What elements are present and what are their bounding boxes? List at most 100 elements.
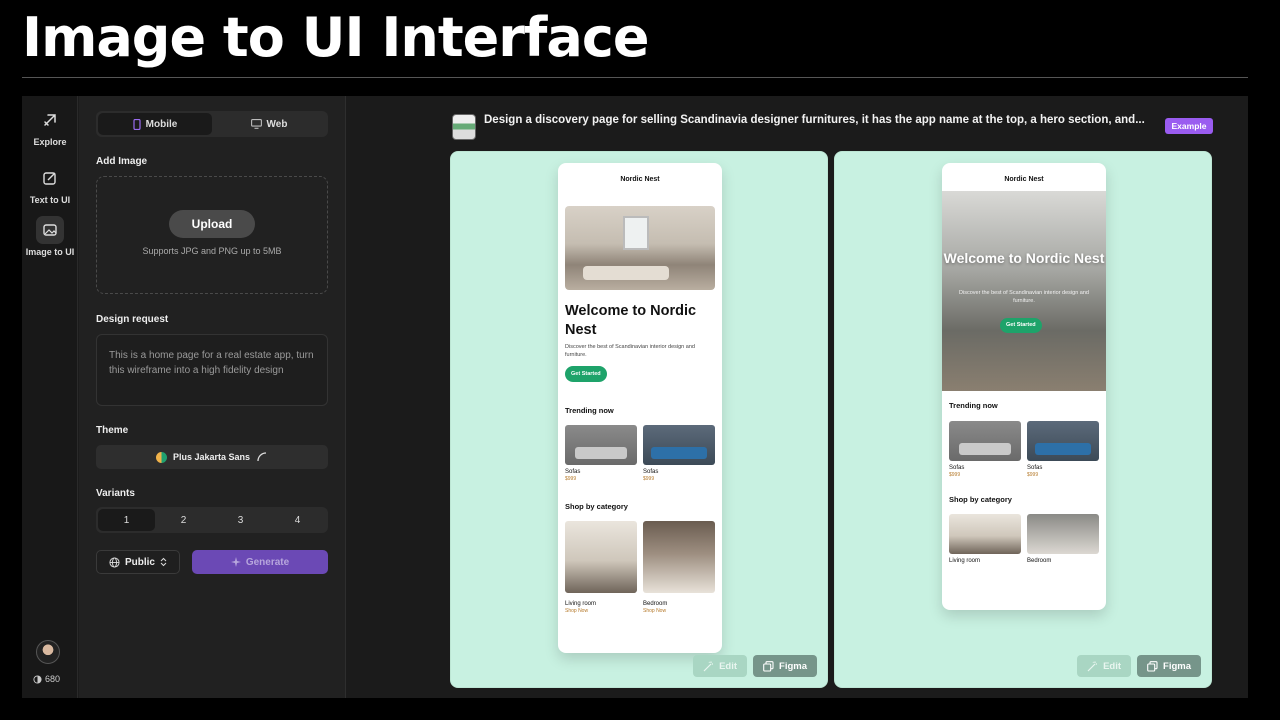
product-image: [949, 421, 1021, 461]
app-window: Explore Text to UI Image to UI 680 Mobil…: [22, 96, 1248, 698]
avatar[interactable]: [36, 640, 60, 664]
category-list: Living room Bedroom: [949, 514, 1099, 564]
edit-label: Edit: [1103, 660, 1122, 672]
mobile-label: Mobile: [145, 118, 178, 130]
variant-option-1[interactable]: 1: [98, 509, 155, 531]
nav-item-image-to-ui[interactable]: Image to UI: [22, 216, 78, 257]
platform-web-option[interactable]: Web: [212, 113, 326, 135]
generate-button[interactable]: Generate: [192, 550, 328, 574]
product-price: $999: [643, 476, 655, 482]
product-price: $999: [1027, 472, 1039, 478]
product-image: [643, 425, 715, 465]
globe-icon: [109, 556, 120, 568]
nav-item-text-to-ui[interactable]: Text to UI: [22, 164, 78, 205]
example-badge[interactable]: Example: [1165, 118, 1213, 134]
shop-now-link[interactable]: Shop Now: [565, 608, 637, 614]
product-card[interactable]: Sofas $999: [565, 425, 637, 482]
left-nav: Explore Text to UI Image to UI 680: [22, 96, 78, 698]
variants-toggle: 1 2 3 4: [96, 507, 328, 533]
explore-icon: [36, 106, 64, 134]
prompt-thumbnail: [452, 114, 476, 140]
category-name: Living room: [949, 558, 981, 564]
theme-selector[interactable]: Plus Jakarta Sans: [96, 445, 328, 469]
shop-now-link[interactable]: Shop Now: [643, 608, 715, 614]
magic-wand-icon: [1087, 661, 1098, 671]
variant-option-3[interactable]: 3: [212, 509, 269, 531]
nav-label-image-to-ui: Image to UI: [25, 247, 75, 257]
chevron-updown-icon: [160, 557, 167, 567]
magic-wand-icon: [703, 661, 714, 671]
category-list: Living room Shop Now Bedroom Shop Now: [565, 521, 715, 614]
credits-counter: 680: [33, 674, 60, 684]
prompt-text: Design a discovery page for selling Scan…: [484, 114, 1145, 126]
platform-mobile-option[interactable]: Mobile: [98, 113, 212, 135]
theme-swatch-icon: [155, 451, 167, 463]
image-icon: [36, 216, 64, 244]
sparkle-icon: [230, 557, 241, 567]
category-image: [643, 521, 715, 593]
product-name: Sofas: [1027, 465, 1043, 471]
trending-heading: Trending now: [949, 401, 998, 410]
config-panel: Mobile Web Add Image Upload Supports JPG…: [79, 96, 346, 698]
credits-value: 680: [45, 674, 61, 684]
variant-option-4[interactable]: 4: [269, 509, 326, 531]
hero-banner: Welcome to Nordic Nest Discover the best…: [942, 191, 1106, 391]
category-image: [1027, 514, 1099, 554]
category-image: [565, 521, 637, 593]
upload-button[interactable]: Upload: [169, 210, 255, 238]
variant-option-2[interactable]: 2: [155, 509, 212, 531]
copy-icon: [1147, 660, 1158, 672]
product-card[interactable]: Sofas $999: [1027, 421, 1099, 478]
category-card[interactable]: Bedroom: [1027, 514, 1099, 564]
variants-label: Variants: [96, 488, 135, 499]
loading-spinner-icon: [257, 452, 267, 462]
edit-button[interactable]: Edit: [693, 655, 748, 677]
credits-icon: [33, 674, 42, 684]
hero-image: [565, 206, 715, 290]
trending-list: Sofas $999 Sofas $999: [949, 421, 1099, 478]
image-dropzone[interactable]: Upload Supports JPG and PNG up to 5MB: [96, 176, 328, 294]
canvas-actions: Edit Figma: [693, 655, 817, 677]
hero-subtitle: Discover the best of Scandinavian interi…: [959, 290, 1089, 304]
figma-button[interactable]: Figma: [1137, 655, 1201, 677]
design-request-input[interactable]: This is a home page for a real estate ap…: [96, 334, 328, 406]
category-name: Bedroom: [643, 601, 668, 607]
product-name: Sofas: [565, 469, 581, 475]
visibility-select[interactable]: Public: [96, 550, 180, 574]
category-card[interactable]: Living room: [949, 514, 1021, 564]
result-canvas-1: Nordic Nest Welcome to Nordic Nest Disco…: [450, 151, 828, 688]
nav-item-explore[interactable]: Explore: [22, 106, 78, 147]
app-name: Nordic Nest: [620, 176, 660, 183]
upload-hint: Supports JPG and PNG up to 5MB: [142, 246, 282, 256]
category-name: Living room: [565, 601, 597, 607]
hero-subtitle: Discover the best of Scandinavian interi…: [565, 344, 695, 358]
trending-list: Sofas $999 Sofas $999: [565, 425, 715, 482]
get-started-button[interactable]: Get Started: [1000, 318, 1042, 333]
design-request-label: Design request: [96, 314, 169, 325]
shop-by-category-heading: Shop by category: [565, 502, 628, 511]
product-price: $999: [949, 472, 961, 478]
edit-label: Edit: [719, 660, 738, 672]
phone-icon: [133, 118, 141, 130]
edit-button[interactable]: Edit: [1077, 655, 1132, 677]
hero-title: Welcome to Nordic Nest: [565, 303, 697, 338]
nav-label-text-to-ui: Text to UI: [29, 195, 71, 205]
product-price: $999: [565, 476, 577, 482]
product-image: [565, 425, 637, 465]
get-started-button[interactable]: Get Started: [565, 366, 607, 382]
generate-label: Generate: [245, 556, 290, 568]
figma-button[interactable]: Figma: [753, 655, 817, 677]
product-name: Sofas: [643, 469, 659, 475]
mobile-preview-2: Nordic Nest Welcome to Nordic Nest Disco…: [942, 163, 1106, 610]
category-image: [949, 514, 1021, 554]
product-name: Sofas: [949, 465, 965, 471]
category-card[interactable]: Living room Shop Now: [565, 521, 637, 614]
category-card[interactable]: Bedroom Shop Now: [643, 521, 715, 614]
app-name: Nordic Nest: [1004, 176, 1044, 183]
product-card[interactable]: Sofas $999: [643, 425, 715, 482]
figma-label: Figma: [779, 660, 807, 672]
product-card[interactable]: Sofas $999: [949, 421, 1021, 478]
nav-label-explore: Explore: [33, 137, 67, 147]
add-image-label: Add Image: [96, 156, 148, 167]
edit-icon: [36, 164, 64, 192]
